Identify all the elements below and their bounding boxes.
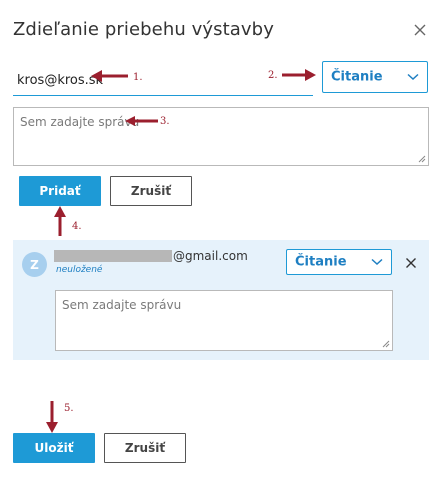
- annotation-arrow-4: [54, 206, 66, 236]
- remove-user-icon[interactable]: [405, 257, 417, 269]
- annotation-1: 1.: [133, 72, 143, 83]
- permission-select-label: Čitanie: [331, 69, 383, 85]
- annotation-arrow-2: [282, 69, 316, 81]
- annotation-5: 5.: [64, 403, 74, 414]
- shared-user-email: @gmail.com: [173, 249, 248, 263]
- message-textarea[interactable]: Sem zadajte správu: [13, 107, 429, 166]
- permission-select[interactable]: Čitanie: [322, 61, 428, 93]
- annotation-arrow-3: [125, 116, 158, 126]
- annotation-arrow-1: [91, 70, 128, 82]
- user-message-textarea[interactable]: Sem zadajte správu: [55, 290, 393, 351]
- avatar: Z: [22, 252, 47, 277]
- user-message-placeholder: Sem zadajte správu: [62, 298, 182, 312]
- annotation-3: 3.: [160, 116, 170, 127]
- shared-user-row: Z @gmail.com neuložené Čitanie Sem zadaj…: [13, 240, 429, 360]
- chevron-down-icon: [371, 258, 383, 266]
- add-button[interactable]: Pridať: [19, 176, 101, 206]
- resize-grip-icon[interactable]: [382, 340, 390, 348]
- message-placeholder: Sem zadajte správu: [20, 115, 140, 129]
- user-permission-label: Čitanie: [295, 254, 347, 270]
- close-icon[interactable]: [412, 22, 428, 38]
- annotation-2: 2.: [268, 70, 278, 81]
- resize-grip-icon[interactable]: [418, 155, 426, 163]
- save-button[interactable]: Uložiť: [13, 433, 95, 463]
- cancel-add-button[interactable]: Zrušiť: [110, 176, 192, 206]
- share-dialog: Zdieľanie priebehu výstavby Čitanie Sem …: [0, 0, 442, 480]
- redacted-email-part: [54, 250, 172, 262]
- chevron-down-icon: [407, 73, 419, 81]
- annotation-arrow-5: [46, 401, 58, 433]
- dialog-title: Zdieľanie priebehu výstavby: [13, 19, 274, 40]
- status-badge: neuložené: [56, 265, 103, 275]
- cancel-button[interactable]: Zrušiť: [104, 433, 186, 463]
- user-permission-select[interactable]: Čitanie: [286, 249, 392, 275]
- annotation-4: 4.: [72, 221, 82, 232]
